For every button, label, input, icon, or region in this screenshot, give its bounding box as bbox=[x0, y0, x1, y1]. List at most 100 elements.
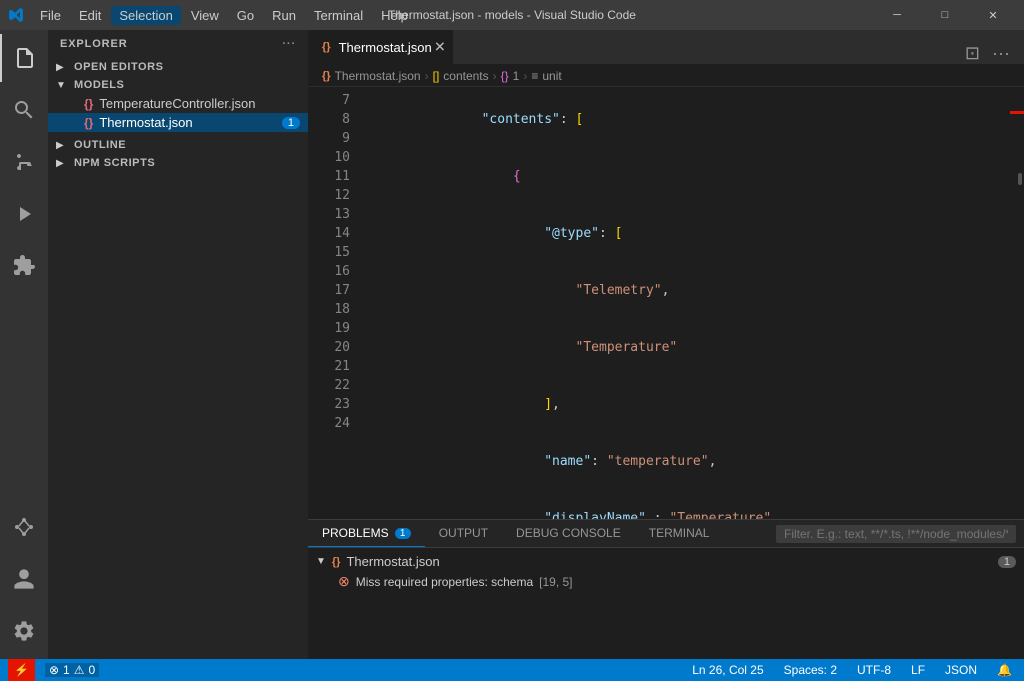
tab-debug-console[interactable]: DEBUG CONSOLE bbox=[502, 520, 635, 547]
file-temperature-controller[interactable]: {} TemperatureController.json bbox=[48, 94, 308, 113]
sidebar-more-button[interactable]: ··· bbox=[282, 38, 296, 50]
panel-tabs: PROBLEMS 1 OUTPUT DEBUG CONSOLE TERMINAL bbox=[308, 520, 1024, 548]
encoding-status[interactable]: UTF-8 bbox=[853, 663, 895, 677]
line-ending-label: LF bbox=[911, 663, 925, 677]
code-line-9: "@type": [ bbox=[372, 205, 1010, 262]
menu-edit[interactable]: Edit bbox=[71, 6, 109, 25]
json-icon-temperature: {} bbox=[84, 97, 93, 111]
menu-bar: File Edit Selection View Go Run Terminal… bbox=[32, 6, 416, 25]
problem-group-header[interactable]: ▼ {} Thermostat.json 1 bbox=[308, 552, 1024, 571]
menu-go[interactable]: Go bbox=[229, 6, 262, 25]
notifications-button[interactable]: 🔔 bbox=[993, 663, 1016, 677]
tab-label: Thermostat.json bbox=[339, 40, 432, 55]
tab-terminal[interactable]: TERMINAL bbox=[635, 520, 724, 547]
error-count: 1 bbox=[63, 663, 70, 677]
breadcrumb-item-icon: {} bbox=[501, 69, 509, 83]
code-line-12: ], bbox=[372, 376, 1010, 433]
extensions-activity-icon[interactable] bbox=[0, 242, 48, 290]
models-header[interactable]: ▼ MODELS bbox=[48, 76, 308, 94]
split-editor-button[interactable]: ⊡ bbox=[959, 43, 986, 64]
models-arrow: ▼ bbox=[56, 80, 70, 91]
warning-icon: ⚠ bbox=[74, 663, 85, 677]
search-activity-icon[interactable] bbox=[0, 86, 48, 134]
remote-icon: ⚡ bbox=[14, 663, 29, 677]
menu-file[interactable]: File bbox=[32, 6, 69, 25]
problem-group-name: Thermostat.json bbox=[346, 554, 439, 569]
menu-run[interactable]: Run bbox=[264, 6, 304, 25]
outline-arrow: ▶ bbox=[56, 140, 70, 151]
breadcrumb-contents[interactable]: contents bbox=[443, 69, 488, 83]
tab-output[interactable]: OUTPUT bbox=[425, 520, 502, 547]
error-circle-icon: ⊗ bbox=[338, 573, 350, 590]
problem-group-thermostat: ▼ {} Thermostat.json 1 ⊗ Miss required p… bbox=[308, 552, 1024, 592]
explorer-activity-icon[interactable] bbox=[0, 34, 48, 82]
more-tabs-button[interactable]: ··· bbox=[986, 43, 1016, 64]
activity-bar bbox=[0, 30, 48, 659]
open-editors-label: OPEN EDITORS bbox=[74, 61, 164, 73]
position-status[interactable]: Ln 26, Col 25 bbox=[688, 663, 767, 677]
code-line-10: "Telemetry", bbox=[372, 262, 1010, 319]
breadcrumb-sep3: › bbox=[523, 69, 527, 83]
error-icon: ⊗ bbox=[49, 663, 59, 677]
outline-label: OUTLINE bbox=[74, 139, 126, 151]
models-label: MODELS bbox=[74, 79, 124, 91]
tab-close-button[interactable]: ✕ bbox=[434, 39, 446, 56]
code-line-11: "Temperature" bbox=[372, 319, 1010, 376]
line-ending-status[interactable]: LF bbox=[907, 663, 929, 677]
file-name-temperature: TemperatureController.json bbox=[99, 96, 255, 111]
menu-selection[interactable]: Selection bbox=[111, 6, 180, 25]
settings-icon[interactable] bbox=[0, 607, 48, 655]
language-status[interactable]: JSON bbox=[941, 663, 981, 677]
problem-location: [19, 5] bbox=[539, 575, 572, 589]
titlebar-left: File Edit Selection View Go Run Terminal… bbox=[8, 6, 416, 25]
warning-count: 0 bbox=[88, 663, 95, 677]
breadcrumb-sep1: › bbox=[425, 69, 429, 83]
code-content[interactable]: "contents": [ { "@type": [ "Telemetry", bbox=[358, 87, 1010, 519]
source-control-activity-icon[interactable] bbox=[0, 138, 48, 186]
filter-input[interactable] bbox=[776, 525, 1016, 543]
problem-group-arrow: ▼ bbox=[316, 556, 326, 567]
menu-terminal[interactable]: Terminal bbox=[306, 6, 371, 25]
menu-view[interactable]: View bbox=[183, 6, 227, 25]
breadcrumb-file[interactable]: Thermostat.json bbox=[335, 69, 421, 83]
breadcrumb-item-num[interactable]: 1 bbox=[513, 69, 520, 83]
problem-item-0[interactable]: ⊗ Miss required properties: schema [19, … bbox=[308, 571, 1024, 592]
editor-scrollbar[interactable] bbox=[1010, 87, 1024, 519]
code-editor: 7 8 9 10 11 12 13 14 15 16 17 18 19 20 2… bbox=[308, 87, 1024, 519]
account-icon[interactable] bbox=[0, 555, 48, 603]
npm-scripts-header[interactable]: ▶ NPM SCRIPTS bbox=[48, 154, 308, 172]
open-editors-arrow: ▶ bbox=[56, 62, 70, 73]
bell-icon: 🔔 bbox=[997, 663, 1012, 677]
breadcrumb-unit[interactable]: unit bbox=[542, 69, 561, 83]
minimize-button[interactable]: ─ bbox=[874, 0, 920, 30]
problem-group-icon: {} bbox=[332, 556, 341, 568]
panel-filter bbox=[768, 520, 1024, 547]
code-line-8: { bbox=[372, 148, 1010, 205]
file-thermostat[interactable]: {} Thermostat.json 1 bbox=[48, 113, 308, 132]
editor-area: {} Thermostat.json ✕ ⊡ ··· {} Thermostat… bbox=[308, 30, 1024, 659]
tab-problems[interactable]: PROBLEMS 1 bbox=[308, 520, 425, 547]
outline-header[interactable]: ▶ OUTLINE bbox=[48, 136, 308, 154]
main-area: EXPLORER ··· ▶ OPEN EDITORS ▼ MODELS {} … bbox=[0, 30, 1024, 659]
problem-message: Miss required properties: schema bbox=[356, 575, 533, 589]
titlebar: File Edit Selection View Go Run Terminal… bbox=[0, 0, 1024, 30]
npm-scripts-arrow: ▶ bbox=[56, 158, 70, 169]
close-button[interactable]: ✕ bbox=[970, 0, 1016, 30]
activity-bar-bottom bbox=[0, 503, 48, 655]
open-editors-header[interactable]: ▶ OPEN EDITORS bbox=[48, 58, 308, 76]
status-bar: ⚡ ⊗ 1 ⚠ 0 Ln 26, Col 25 Spaces: 2 UTF-8 … bbox=[0, 659, 1024, 681]
error-status[interactable]: ⚡ bbox=[8, 659, 35, 681]
spaces-status[interactable]: Spaces: 2 bbox=[780, 663, 841, 677]
source-graph-icon[interactable] bbox=[0, 503, 48, 551]
vscode-logo bbox=[8, 7, 24, 23]
tab-thermostat[interactable]: {} Thermostat.json ✕ bbox=[308, 30, 453, 64]
error-count-status[interactable]: ⊗ 1 ⚠ 0 bbox=[45, 663, 99, 677]
maximize-button[interactable]: □ bbox=[922, 0, 968, 30]
sidebar-header: EXPLORER ··· bbox=[48, 30, 308, 58]
breadcrumb-sep2: › bbox=[493, 69, 497, 83]
models-section: ▼ MODELS {} TemperatureController.json {… bbox=[48, 76, 308, 132]
code-line-13: "name": "temperature", bbox=[372, 433, 1010, 490]
scrollbar-thumb[interactable] bbox=[1018, 173, 1022, 185]
run-activity-icon[interactable] bbox=[0, 190, 48, 238]
bottom-panel: PROBLEMS 1 OUTPUT DEBUG CONSOLE TERMINAL bbox=[308, 519, 1024, 659]
